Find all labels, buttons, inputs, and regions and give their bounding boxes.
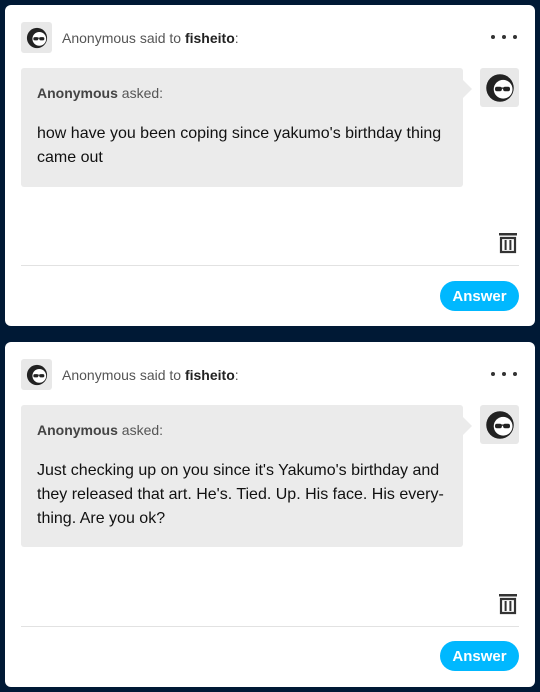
- ask-card: Anonymous said to fisheito: Anonymous as…: [5, 5, 535, 326]
- ask-bubble: Anonymous asked: Just checking up on you…: [21, 405, 472, 547]
- more-options-button[interactable]: [491, 27, 517, 47]
- more-dots-icon: [491, 35, 495, 39]
- asker-avatar[interactable]: [480, 68, 519, 107]
- delete-button[interactable]: [498, 232, 518, 254]
- asker-name: Anonymous: [37, 422, 118, 438]
- answer-button[interactable]: Answer: [440, 281, 519, 311]
- asker-name: Anonymous: [37, 85, 118, 101]
- header-colon: :: [234, 367, 239, 383]
- said-to-text: said to: [135, 30, 185, 46]
- asked-text: asked:: [117, 85, 164, 101]
- delete-button[interactable]: [498, 593, 518, 615]
- ask-header: Anonymous said to fisheito:: [62, 30, 239, 46]
- recipient-name[interactable]: fisheito: [185, 30, 235, 46]
- trash-icon: [499, 233, 517, 254]
- sunglasses-face-icon: [485, 410, 514, 439]
- sender-name: Anonymous: [62, 30, 136, 46]
- asked-text: asked:: [117, 422, 164, 438]
- asked-line: Anonymous asked:: [37, 85, 447, 101]
- question-text: Just checking up on you since it's Yakum…: [37, 462, 444, 527]
- divider: [21, 265, 519, 266]
- sunglasses-face-icon: [26, 27, 47, 48]
- said-to-text: said to: [135, 367, 185, 383]
- more-dots-icon: [491, 372, 495, 376]
- asked-line: Anonymous asked:: [37, 422, 447, 438]
- sender-name: Anonymous: [62, 367, 136, 383]
- sender-avatar[interactable]: [21, 22, 52, 53]
- answer-button[interactable]: Answer: [440, 641, 519, 671]
- asker-avatar[interactable]: [480, 405, 519, 444]
- more-options-button[interactable]: [491, 364, 517, 384]
- divider: [21, 626, 519, 627]
- recipient-name[interactable]: fisheito: [185, 367, 235, 383]
- sunglasses-face-icon: [26, 364, 47, 385]
- ask-header: Anonymous said to fisheito:: [62, 367, 239, 383]
- header-colon: :: [234, 30, 239, 46]
- question-text: how have you been coping since yakumo's …: [37, 125, 442, 166]
- trash-icon: [499, 594, 517, 615]
- sunglasses-face-icon: [485, 73, 514, 102]
- sender-avatar[interactable]: [21, 359, 52, 390]
- ask-card: Anonymous said to fisheito: Anonymous as…: [5, 342, 535, 687]
- ask-bubble: Anonymous asked: how have you been copin…: [21, 68, 472, 187]
